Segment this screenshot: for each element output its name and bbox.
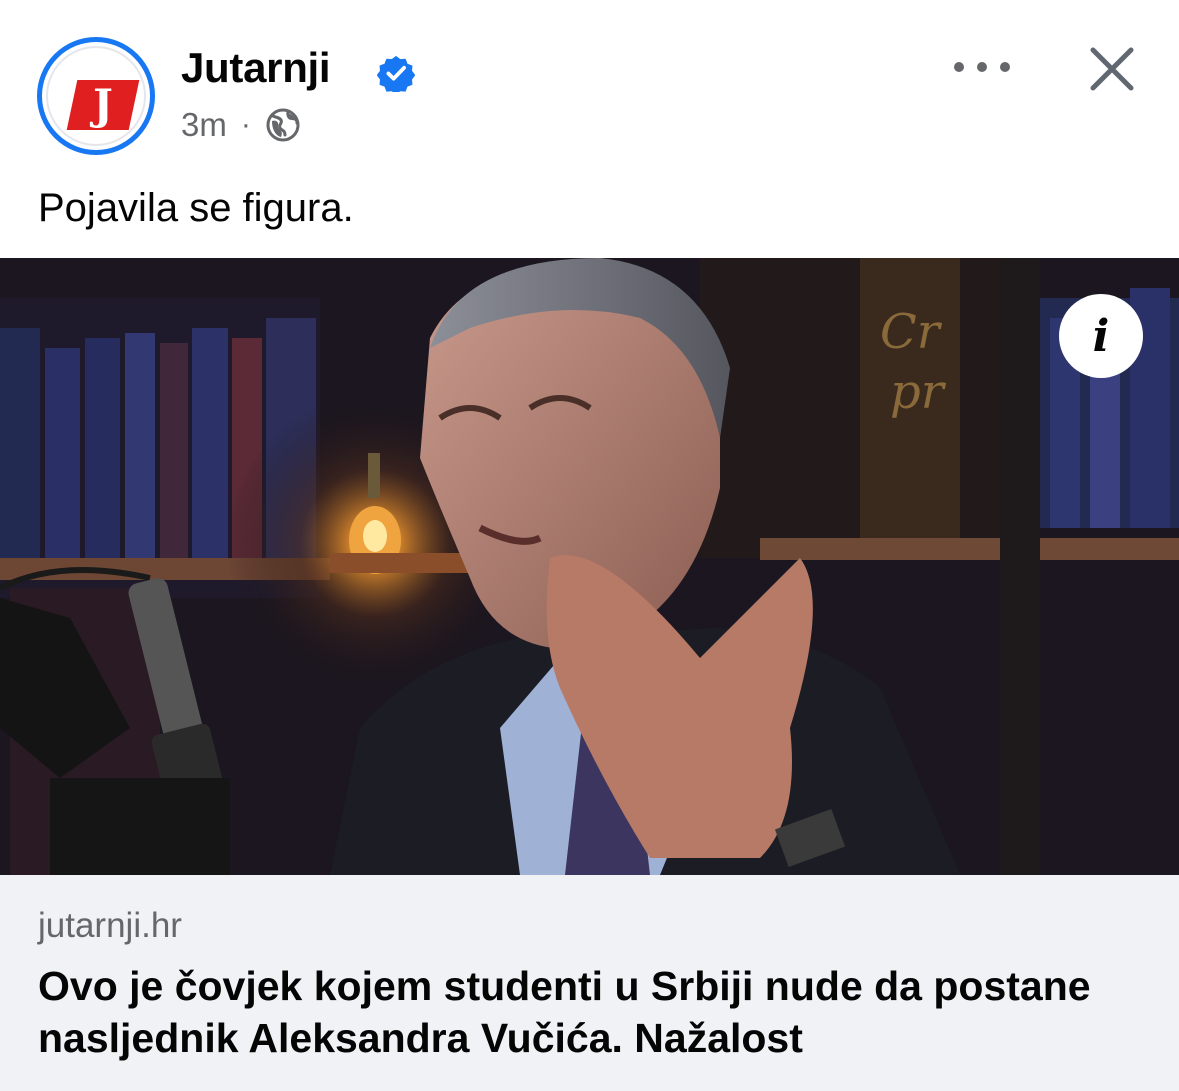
- verified-badge-icon: [377, 55, 415, 92]
- more-dot: [954, 62, 964, 72]
- more-dot: [1000, 62, 1010, 72]
- svg-text:Cr: Cr: [880, 304, 943, 360]
- page-name[interactable]: Jutarnji: [181, 44, 331, 92]
- article-image[interactable]: Cr pr: [0, 258, 1179, 875]
- page-avatar[interactable]: J: [37, 37, 155, 155]
- post-time[interactable]: 3m: [181, 106, 227, 144]
- globe-icon: [266, 108, 300, 142]
- logo-letter: J: [93, 80, 113, 129]
- meta-separator: ·: [240, 108, 251, 141]
- post-meta: 3m ·: [181, 106, 301, 144]
- link-domain: jutarnji.hr: [38, 906, 182, 945]
- info-button[interactable]: i: [1059, 294, 1143, 378]
- more-dot: [977, 62, 987, 72]
- more-options-icon[interactable]: [954, 50, 1010, 84]
- jutarnji-logo: J: [66, 80, 140, 130]
- link-headline[interactable]: Ovo je čovjek kojem studenti u Srbiji nu…: [38, 960, 1158, 1064]
- post-text: Pojavila se figura.: [38, 186, 354, 230]
- info-icon: i: [1092, 310, 1110, 362]
- close-icon[interactable]: [1087, 44, 1137, 94]
- svg-text:pr: pr: [890, 364, 947, 420]
- avatar-ring: J: [46, 46, 146, 146]
